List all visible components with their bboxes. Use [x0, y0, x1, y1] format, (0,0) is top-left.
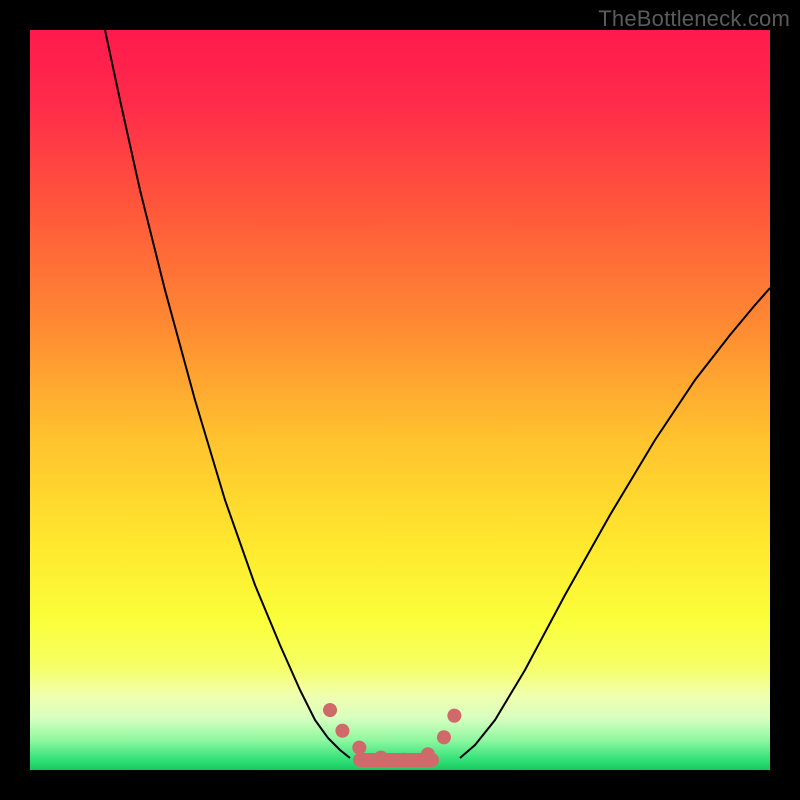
series-bottom-dots — [330, 710, 456, 760]
plot-curves — [30, 30, 770, 770]
watermark-text: TheBottleneck.com — [598, 6, 790, 32]
series-right-curve — [460, 288, 770, 758]
plot-frame — [30, 30, 770, 770]
series-left-curve — [105, 30, 350, 758]
